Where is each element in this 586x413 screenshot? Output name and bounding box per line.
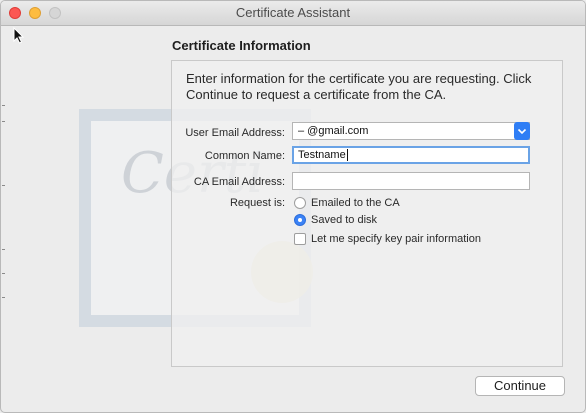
emailed-to-ca-label[interactable]: Emailed to the CA	[311, 197, 400, 209]
window-title: Certificate Assistant	[235, 5, 351, 20]
key-pair-label[interactable]: Let me specify key pair information	[311, 233, 481, 245]
certificate-assistant-window: Certificate Assistant Certi Certificate …	[0, 0, 586, 413]
intro-text: Enter information for the certificate yo…	[186, 71, 532, 102]
key-pair-checkbox[interactable]	[294, 233, 306, 245]
ca-email-field[interactable]	[292, 172, 530, 190]
common-name-value: Testname	[298, 149, 346, 161]
common-name-field[interactable]: Testname	[292, 146, 530, 164]
left-edge-marks	[1, 25, 6, 412]
section-title: Certificate Information	[172, 38, 311, 53]
request-is-label: Request is:	[229, 197, 285, 209]
email-dropdown-button[interactable]	[514, 122, 530, 140]
saved-to-disk-label[interactable]: Saved to disk	[311, 214, 377, 226]
user-email-value: – @gmail.com	[298, 125, 369, 137]
continue-button[interactable]: Continue	[475, 376, 565, 396]
ca-email-label: CA Email Address:	[193, 176, 285, 188]
chevron-down-icon	[517, 128, 527, 135]
mouse-pointer-icon	[13, 27, 25, 44]
user-email-combobox[interactable]: – @gmail.com	[292, 122, 530, 140]
emailed-to-ca-radio[interactable]	[294, 197, 306, 209]
title-bar[interactable]: Certificate Assistant	[1, 1, 585, 26]
common-name-label: Common Name:	[204, 150, 285, 162]
text-caret	[346, 149, 348, 162]
saved-to-disk-radio[interactable]	[294, 214, 306, 226]
user-email-label: User Email Address:	[185, 127, 285, 139]
